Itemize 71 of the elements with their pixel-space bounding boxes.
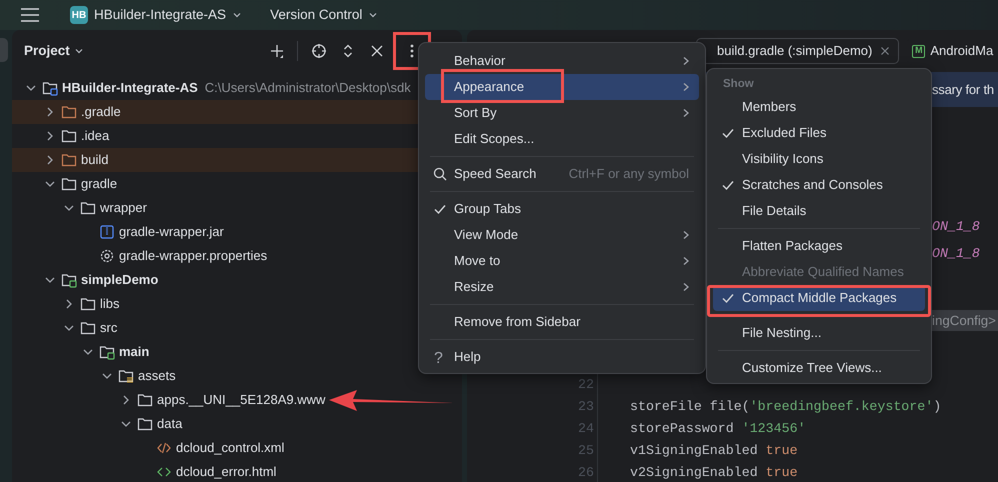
menu-label: Customize Tree Views...	[742, 359, 882, 378]
menu-item[interactable]: Appearance	[425, 74, 699, 100]
menu-item[interactable]: Visibility Icons	[713, 146, 925, 172]
menu-label: Compact Middle Packages	[742, 289, 897, 308]
menu-label: Move to	[454, 252, 500, 270]
tree-item-label[interactable]: dcloud_control.xml	[176, 438, 284, 458]
inlay-hint: ingConfig>	[932, 310, 998, 331]
panel-title[interactable]: Project	[24, 40, 84, 62]
menu-label: File Nesting...	[742, 324, 822, 342]
code-line: v1SigningEnabled true	[630, 443, 798, 458]
code-line: storeFile file('breedingbeef.keystore')	[630, 399, 942, 414]
tree-item-label[interactable]: data	[157, 414, 182, 434]
menu-item[interactable]: ? Help	[425, 344, 699, 370]
menu-item[interactable]: Edit Scopes...	[425, 126, 699, 152]
code-constant: ON_1_8	[932, 218, 980, 236]
menu-header: Show	[722, 77, 755, 92]
menu-item[interactable]: Speed Search Ctrl+F or any symbol	[425, 161, 699, 187]
tree-item-label[interactable]: .gradle	[81, 102, 121, 122]
menu-label: Edit Scopes...	[454, 130, 534, 148]
menu-label: Remove from Sidebar	[454, 313, 580, 332]
menu-label: Behavior	[454, 52, 506, 70]
menu-item[interactable]: Scratches and Consoles	[713, 172, 925, 198]
menu-item[interactable]: Excluded Files	[713, 120, 925, 146]
menu-item[interactable]: View Mode	[425, 222, 699, 248]
project-path: C:\Users\Administrator\Desktop\sdk	[204, 79, 411, 98]
menu-item[interactable]: File Nesting...	[713, 320, 925, 346]
menu-item[interactable]: Flatten Packages	[713, 233, 925, 259]
menu-item[interactable]: Remove from Sidebar	[425, 309, 699, 335]
tree-item-label[interactable]: libs	[100, 294, 120, 314]
tree-item-label[interactable]: .idea	[81, 126, 110, 146]
shortcut-hint: Ctrl+F or any symbol	[568, 165, 689, 184]
menu-label: Help	[454, 348, 481, 366]
tree-item-label[interactable]: build	[81, 150, 108, 170]
menu-label: Excluded Files	[742, 124, 827, 142]
menu-label: Visibility Icons	[742, 150, 824, 168]
tree-item-label[interactable]: gradle	[81, 174, 118, 194]
vcs-menu[interactable]: Version Control	[264, 2, 384, 28]
menu-label: View Mode	[454, 226, 518, 244]
project-switcher[interactable]: HB HBuilder-Integrate-AS	[64, 2, 248, 28]
menu-item[interactable]: Move to	[425, 248, 699, 274]
tree-item-label[interactable]: HBuilder-Integrate-AS	[62, 78, 198, 98]
menu-label: Sort By	[454, 104, 497, 122]
editor-tab[interactable]: build.gradle (:simpleDemo)	[696, 38, 900, 64]
code-constant: ON_1_8	[932, 245, 980, 263]
menu-item[interactable]: Group Tabs	[425, 196, 699, 222]
code-line: v2SigningEnabled true	[630, 465, 798, 480]
menu-label: Group Tabs	[454, 200, 521, 218]
help-glyph: ?	[434, 349, 443, 369]
menu-item[interactable]: Behavior	[425, 48, 699, 74]
menu-item[interactable]: Resize	[425, 274, 699, 300]
module-badge-icon: M	[912, 44, 926, 58]
tree-item-label[interactable]: gradle-wrapper.properties	[119, 246, 268, 266]
menu-label: Scratches and Consoles	[742, 176, 883, 194]
menu-label: Speed Search	[454, 165, 536, 184]
code-line: storePassword '123456'	[630, 421, 806, 436]
menu-item[interactable]: File Details	[713, 198, 925, 224]
tree-item-label[interactable]: wrapper	[100, 198, 147, 218]
tree-item-label[interactable]: gradle-wrapper.jar	[119, 222, 224, 242]
tree-item-label[interactable]: main	[119, 342, 150, 362]
menu-label: Flatten Packages	[742, 237, 842, 256]
menu-item[interactable]: Customize Tree Views...	[713, 355, 925, 381]
tree-item-label[interactable]: src	[100, 318, 118, 338]
menu-label: File Details	[742, 202, 806, 220]
menu-label: Resize	[454, 278, 494, 296]
tree-item-label[interactable]: assets	[138, 366, 176, 386]
tree-item-label[interactable]: simpleDemo	[81, 270, 158, 290]
menu-label: Abbreviate Qualified Names	[742, 263, 904, 282]
app-logo: HB	[70, 6, 88, 24]
project-name: HBuilder-Integrate-AS	[94, 6, 226, 24]
tree-item-label[interactable]: apps.__UNI__5E128A9.www	[157, 390, 326, 410]
tree-item-label[interactable]: dcloud_error.html	[176, 462, 276, 482]
